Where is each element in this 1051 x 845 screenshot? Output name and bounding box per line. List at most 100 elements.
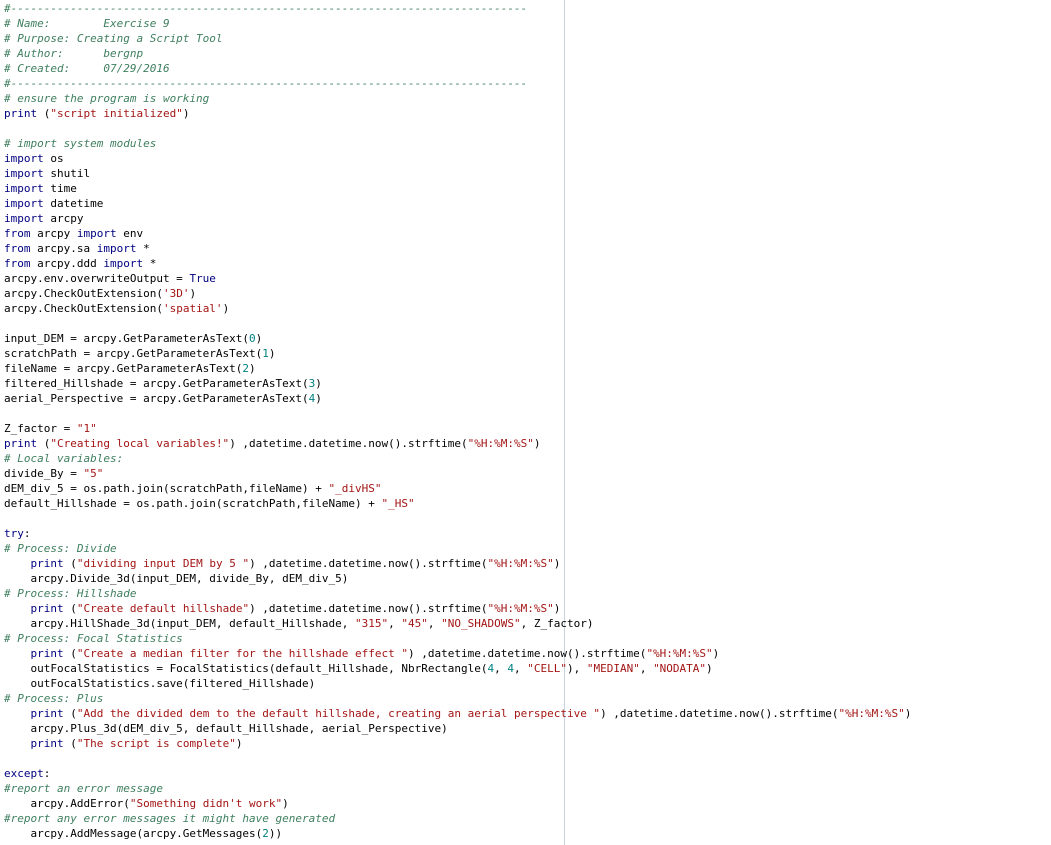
code-text: ) ,datetime.datetime.now().strftime( <box>229 437 468 450</box>
code-line[interactable]: fileName = arcpy.GetParameterAsText(2) <box>4 361 911 376</box>
code-line[interactable]: import time <box>4 181 911 196</box>
code-line[interactable]: print ("Create a median filter for the h… <box>4 646 911 661</box>
code-comment: # Purpose: Creating a Script Tool <box>4 32 223 45</box>
code-line[interactable]: # Process: Hillshade <box>4 586 911 601</box>
code-line[interactable]: divide_By = "5" <box>4 466 911 481</box>
code-text: filtered_Hillshade = arcpy.GetParameterA… <box>4 377 309 390</box>
code-keyword: import <box>4 182 44 195</box>
code-text-area[interactable]: #---------------------------------------… <box>4 1 911 841</box>
code-comment: # ensure the program is working <box>4 92 210 105</box>
code-text: outFocalStatistics = FocalStatistics(def… <box>4 662 488 675</box>
code-text: divide_By = <box>4 467 84 480</box>
code-line[interactable]: except: <box>4 766 911 781</box>
code-text: arcpy.sa <box>30 242 97 255</box>
code-line[interactable] <box>4 751 911 766</box>
code-line[interactable] <box>4 511 911 526</box>
code-line[interactable]: #report an error message <box>4 781 911 796</box>
code-line[interactable]: # import system modules <box>4 136 911 151</box>
code-line[interactable]: print ("The script is complete") <box>4 736 911 751</box>
code-line[interactable]: print ("Add the divided dem to the defau… <box>4 706 912 721</box>
code-line[interactable]: #report any error messages it might have… <box>4 811 911 826</box>
code-line[interactable]: default_Hillshade = os.path.join(scratch… <box>4 496 911 511</box>
code-keyword: print <box>30 602 64 615</box>
code-text: ( <box>37 107 51 120</box>
code-comment: # Process: Hillshade <box>4 587 137 600</box>
code-line[interactable]: #---------------------------------------… <box>4 1 911 16</box>
code-text: : <box>43 767 51 780</box>
code-line[interactable]: # Process: Divide <box>4 541 911 556</box>
code-line[interactable]: print ("Create default hillshade") ,date… <box>4 601 911 616</box>
code-keyword: try <box>4 527 24 540</box>
code-line[interactable]: try: <box>4 526 911 541</box>
code-line[interactable]: arcpy.AddMessage(arcpy.GetMessages(2)) <box>4 826 911 841</box>
code-line[interactable]: import os <box>4 151 911 166</box>
code-line[interactable]: print ("script initialized") <box>4 106 911 121</box>
code-line[interactable]: # Name: Exercise 9 <box>4 16 911 31</box>
code-keyword: print <box>30 707 64 720</box>
code-string: "5" <box>83 467 104 480</box>
code-line[interactable]: arcpy.CheckOutExtension('3D') <box>4 286 911 301</box>
code-line[interactable]: print ("dividing input DEM by 5 ") ,date… <box>4 556 911 571</box>
code-text: shutil <box>43 167 91 180</box>
code-line[interactable]: scratchPath = arcpy.GetParameterAsText(1… <box>4 346 911 361</box>
code-line[interactable]: outFocalStatistics = FocalStatistics(def… <box>4 661 911 676</box>
code-editor[interactable]: #---------------------------------------… <box>0 0 1051 845</box>
code-line[interactable]: # Purpose: Creating a Script Tool <box>4 31 911 46</box>
code-text: ) <box>235 737 243 750</box>
code-number: 4 <box>507 662 514 675</box>
code-text: ) ,datetime.datetime.now().strftime( <box>249 602 488 615</box>
code-line[interactable]: # Local variables: <box>4 451 911 466</box>
code-line[interactable]: arcpy.Divide_3d(input_DEM, divide_By, dE… <box>4 571 911 586</box>
code-line[interactable] <box>4 316 911 331</box>
code-keyword: print <box>4 107 38 120</box>
code-line[interactable]: # ensure the program is working <box>4 91 911 106</box>
code-line[interactable]: from arcpy import env <box>4 226 911 241</box>
code-line[interactable]: dEM_div_5 = os.path.join(scratchPath,fil… <box>4 481 911 496</box>
code-text: dEM_div_5 = os.path.join(scratchPath,fil… <box>4 482 329 495</box>
code-string: "_HS" <box>381 497 415 510</box>
code-line[interactable]: import datetime <box>4 196 911 211</box>
code-line[interactable]: # Process: Focal Statistics <box>4 631 911 646</box>
code-keyword: import <box>4 167 44 180</box>
code-line[interactable]: aerial_Perspective = arcpy.GetParameterA… <box>4 391 911 406</box>
code-line[interactable]: Z_factor = "1" <box>4 421 911 436</box>
code-string: "_divHS" <box>328 482 382 495</box>
code-line[interactable]: from arcpy.ddd import * <box>4 256 911 271</box>
code-string: "Add the divided dem to the default hill… <box>76 707 601 720</box>
code-line[interactable]: input_DEM = arcpy.GetParameterAsText(0) <box>4 331 911 346</box>
code-text: arcpy.Plus_3d(dEM_div_5, default_Hillsha… <box>4 722 448 735</box>
code-line[interactable]: import shutil <box>4 166 911 181</box>
code-line[interactable]: outFocalStatistics.save(filtered_Hillsha… <box>4 676 911 691</box>
code-line[interactable]: arcpy.AddError("Something didn't work") <box>4 796 911 811</box>
code-text: input_DEM = arcpy.GetParameterAsText( <box>4 332 250 345</box>
code-text: arcpy <box>43 212 84 225</box>
code-line[interactable]: #---------------------------------------… <box>4 76 911 91</box>
code-string: "NODATA" <box>653 662 707 675</box>
code-line[interactable]: arcpy.CheckOutExtension('spatial') <box>4 301 911 316</box>
code-string: "%H:%M:%S" <box>838 707 905 720</box>
code-text: arcpy.AddMessage(arcpy.GetMessages( <box>4 827 263 840</box>
code-line[interactable]: print ("Creating local variables!") ,dat… <box>4 436 911 451</box>
code-line[interactable]: filtered_Hillshade = arcpy.GetParameterA… <box>4 376 911 391</box>
code-line[interactable]: # Created: 07/29/2016 <box>4 61 911 76</box>
code-line[interactable]: import arcpy <box>4 211 911 226</box>
code-line[interactable]: # Author: bergnp <box>4 46 911 61</box>
code-text: aerial_Perspective = arcpy.GetParameterA… <box>4 392 309 405</box>
code-line[interactable]: arcpy.HillShade_3d(input_DEM, default_Hi… <box>4 616 911 631</box>
code-line[interactable]: arcpy.env.overwriteOutput = True <box>4 271 911 286</box>
code-text: , <box>513 662 528 675</box>
code-text: ) ,datetime.datetime.now().strftime( <box>249 557 488 570</box>
code-line[interactable]: arcpy.Plus_3d(dEM_div_5, default_Hillsha… <box>4 721 911 736</box>
code-line[interactable]: from arcpy.sa import * <box>4 241 911 256</box>
code-text: ) <box>533 437 541 450</box>
code-keyword: import <box>4 212 44 225</box>
code-line[interactable] <box>4 121 911 136</box>
code-text: outFocalStatistics.save(filtered_Hillsha… <box>4 677 316 690</box>
code-text: ) <box>904 707 912 720</box>
code-keyword: except <box>4 767 44 780</box>
code-text: arcpy.CheckOutExtension( <box>4 287 163 300</box>
code-line[interactable] <box>4 406 911 421</box>
code-text: ) <box>249 362 256 375</box>
code-line[interactable]: # Process: Plus <box>4 691 911 706</box>
code-comment: # Process: Plus <box>4 692 104 705</box>
